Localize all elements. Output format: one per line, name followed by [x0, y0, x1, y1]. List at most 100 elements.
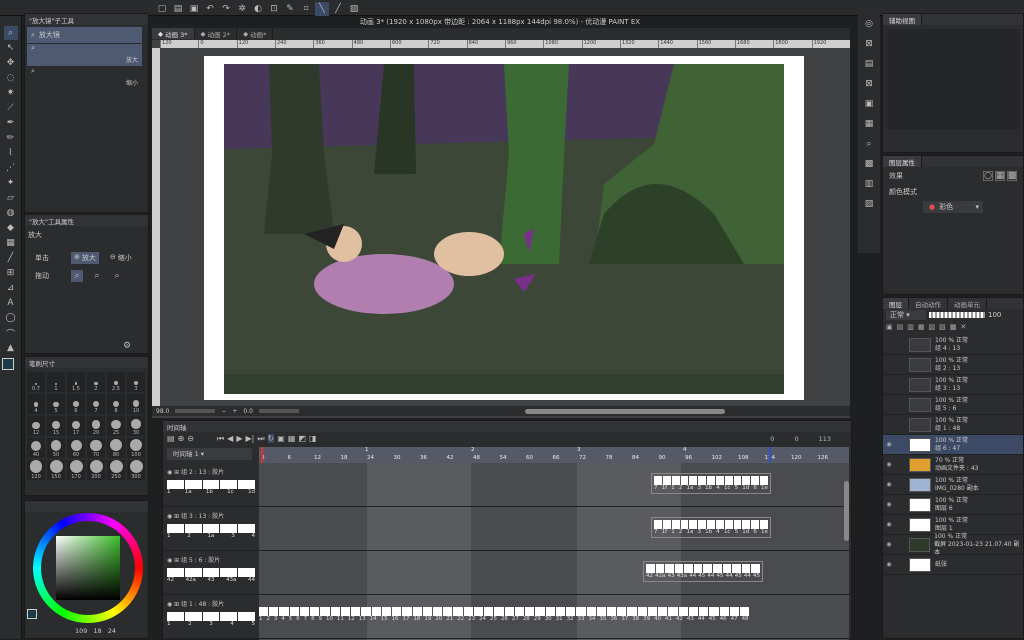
cel-block[interactable] — [351, 607, 361, 616]
grid-snap-icon[interactable]: ▨ — [347, 2, 361, 16]
airbrush-icon[interactable]: ⋰ — [4, 161, 18, 175]
angle-slider[interactable] — [258, 409, 299, 413]
cel-block[interactable] — [202, 480, 220, 489]
eye-icon[interactable]: ◉ — [883, 461, 895, 468]
effect-color-icon[interactable]: ▩ — [1007, 171, 1017, 181]
cel-block[interactable] — [733, 520, 742, 529]
timeline-select[interactable]: 时间轴 1 ▾ — [167, 448, 252, 460]
brush-size-option[interactable]: 170 — [67, 460, 85, 480]
ruler-icon[interactable]: ⊿ — [4, 281, 18, 295]
cel-block[interactable] — [269, 607, 279, 616]
gradient-icon[interactable]: ▦ — [4, 236, 18, 250]
cel-block[interactable] — [627, 607, 637, 616]
tool-palette-icon[interactable]: ⊠ — [862, 37, 876, 51]
brush-size-option[interactable]: 40 — [27, 438, 45, 458]
cel-block[interactable] — [361, 607, 371, 616]
cel-block[interactable] — [637, 607, 647, 616]
snap-icon[interactable]: ⌗ — [299, 2, 313, 16]
history-icon[interactable]: ▣ — [862, 97, 876, 111]
cel-block[interactable] — [412, 607, 422, 616]
timeline-scrollbar[interactable] — [844, 481, 849, 541]
eye-icon[interactable]: ◉ — [883, 481, 895, 488]
cel-block[interactable] — [596, 607, 606, 616]
color-set-icon[interactable]: ▥ — [862, 177, 876, 191]
angle-value[interactable]: 0.0 — [243, 408, 253, 415]
cel-block[interactable] — [606, 607, 617, 616]
cel-block[interactable] — [184, 568, 202, 577]
shape-icon[interactable]: ╱ — [4, 251, 18, 265]
cel-block[interactable] — [320, 607, 330, 616]
sub-view-icon[interactable]: ⊠ — [862, 77, 876, 91]
cel-block[interactable] — [713, 564, 722, 573]
timeline-track[interactable]: ◉ ⊞ 组 5 : 6 : 胶片 42 42a 43 43a 44 42 42a 43 43a 44… — [163, 551, 853, 595]
transform-icon[interactable]: ⊡ — [267, 2, 281, 16]
blend-mode-select[interactable]: 正常 ▾ — [886, 310, 926, 320]
cel-block[interactable] — [566, 607, 576, 616]
cel-block[interactable] — [184, 524, 202, 533]
brush-size-option[interactable]: 8 — [107, 394, 125, 414]
effect-tone-icon[interactable]: ▦ — [995, 171, 1005, 181]
cel-block[interactable] — [662, 476, 671, 485]
zoom-out-option[interactable]: ⊖ 缩小 — [107, 252, 135, 264]
cel-block[interactable] — [484, 607, 494, 616]
rewind-icon[interactable]: ⏮ — [217, 434, 224, 444]
end-icon[interactable]: ⏭ — [257, 434, 264, 444]
cel-block[interactable] — [698, 476, 707, 485]
cel-block[interactable] — [719, 607, 729, 616]
cel-block[interactable] — [432, 607, 443, 616]
cel-block[interactable] — [715, 520, 724, 529]
layer-prop-tab[interactable]: 图层属性 — [883, 156, 922, 167]
cel-block[interactable] — [220, 480, 238, 489]
eye-icon[interactable]: ◉ — [883, 521, 895, 528]
cel-block[interactable] — [699, 607, 709, 616]
brush-size-option[interactable]: 15 — [47, 416, 65, 436]
cel-block[interactable] — [220, 612, 238, 621]
cel-block[interactable] — [167, 524, 184, 533]
cel-block[interactable] — [751, 520, 760, 529]
new-folder-icon[interactable]: ▥ — [907, 323, 914, 331]
bucket-icon[interactable]: ◆ — [4, 221, 18, 235]
opacity-value[interactable]: 100 — [988, 311, 1001, 319]
cel-block[interactable] — [646, 564, 655, 573]
brush-size-option[interactable]: 2.5 — [107, 372, 125, 392]
clip-icon[interactable]: ▦ — [918, 323, 925, 331]
timeline-track[interactable]: ◉ ⊞ 组 2 : 13 : 胶片 1 1a 1b 1c 1d 7 1f 1 2 1a 3 1b 4 1c 5… — [163, 463, 853, 507]
item-bank-icon[interactable]: ▩ — [862, 157, 876, 171]
move-tool-icon[interactable]: ✥ — [4, 56, 18, 70]
cel-block[interactable] — [715, 476, 724, 485]
cel-block[interactable] — [760, 520, 768, 529]
light-table-icon[interactable]: ◨ — [309, 434, 317, 443]
brush-size-option[interactable]: 12 — [27, 416, 45, 436]
cel-block[interactable] — [729, 607, 740, 616]
cel-block[interactable] — [654, 476, 662, 485]
brush-size-option[interactable]: 100 — [127, 438, 145, 458]
cel-block[interactable] — [586, 607, 596, 616]
cel-block[interactable] — [742, 520, 751, 529]
lasso-tool-icon[interactable]: ◌ — [4, 71, 18, 85]
cel-block[interactable] — [289, 607, 299, 616]
open-icon[interactable]: ▤ — [171, 2, 185, 16]
onion-skin-icon[interactable]: ◩ — [298, 434, 306, 443]
cel-block[interactable] — [340, 607, 351, 616]
zoom-tool-icon[interactable]: ⌕ — [3, 26, 18, 40]
loop-icon[interactable]: ↻ — [267, 434, 275, 443]
navigator-icon[interactable]: ◎ — [862, 17, 876, 31]
eye-icon[interactable]: ◉ — [883, 561, 895, 568]
cel-block[interactable] — [751, 564, 760, 573]
settings-icon[interactable]: ✲ — [235, 2, 249, 16]
cel-block[interactable] — [463, 607, 473, 616]
brush-size-option[interactable]: 0.7 — [27, 372, 45, 392]
search-layer-icon[interactable]: ⌕ — [862, 137, 876, 151]
layer-row[interactable]: ◉ 100 % 正常 图层 6 — [883, 495, 1023, 515]
horizontal-scrollbar[interactable] — [524, 408, 725, 414]
layer-row[interactable]: 100 % 正常组 3 : 13 — [883, 375, 1023, 395]
draft-icon[interactable]: ▨ — [939, 323, 946, 331]
auto-action-tab[interactable]: 自动动作 — [909, 298, 948, 309]
brush-size-option[interactable]: 200 — [87, 460, 105, 480]
layers-tab[interactable]: 图层 — [883, 298, 909, 309]
cel-block[interactable] — [555, 607, 566, 616]
brush-size-option[interactable]: 17 — [67, 416, 85, 436]
operation-tool-icon[interactable]: ↖ — [4, 41, 18, 55]
cel-block[interactable] — [668, 607, 678, 616]
cel-block[interactable] — [724, 520, 733, 529]
